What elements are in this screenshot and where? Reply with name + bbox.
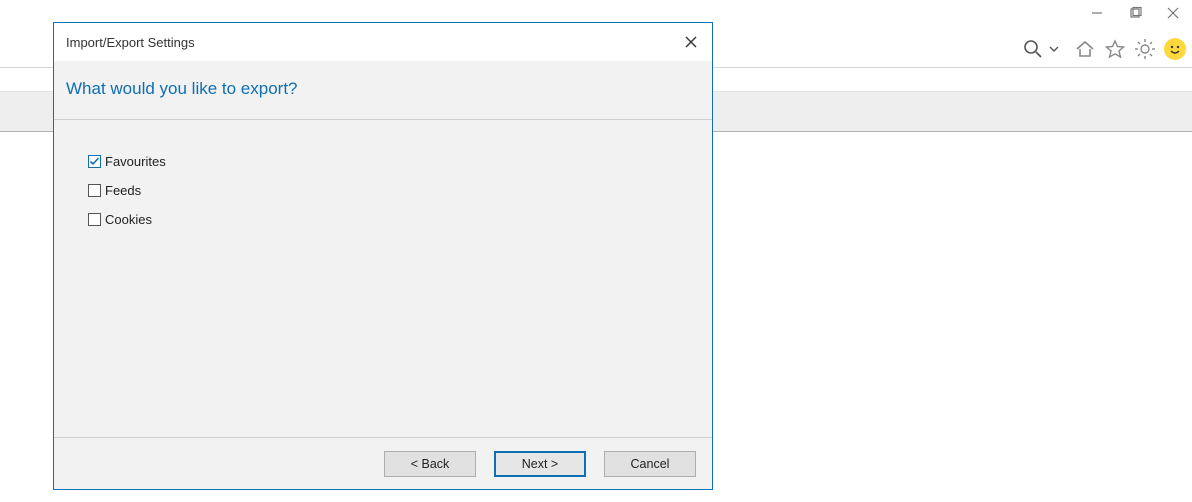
option-label: Feeds: [105, 183, 141, 198]
option-label: Cookies: [105, 212, 152, 227]
dialog-heading: What would you like to export?: [66, 79, 700, 99]
option-cookies[interactable]: Cookies: [88, 212, 700, 227]
minimize-icon[interactable]: [1090, 6, 1104, 20]
dialog-footer: < Back Next > Cancel: [54, 437, 712, 489]
gear-icon[interactable]: [1134, 38, 1156, 60]
home-icon[interactable]: [1074, 38, 1096, 60]
smiley-icon[interactable]: [1164, 38, 1186, 60]
dialog-title: Import/Export Settings: [66, 35, 195, 50]
search-button[interactable]: [1016, 34, 1066, 64]
checkbox-unchecked-icon: [88, 184, 101, 197]
option-label: Favourites: [105, 154, 166, 169]
cancel-button[interactable]: Cancel: [604, 451, 696, 477]
dialog-close-button[interactable]: [680, 31, 702, 53]
chevron-down-icon: [1048, 38, 1060, 60]
maximize-icon[interactable]: [1128, 6, 1142, 20]
search-icon: [1022, 38, 1044, 60]
import-export-dialog: Import/Export Settings What would you li…: [53, 22, 713, 490]
close-icon[interactable]: [1166, 6, 1180, 20]
option-feeds[interactable]: Feeds: [88, 183, 700, 198]
checkbox-unchecked-icon: [88, 213, 101, 226]
back-button[interactable]: < Back: [384, 451, 476, 477]
checkbox-checked-icon: [88, 155, 101, 168]
next-button[interactable]: Next >: [494, 451, 586, 477]
dialog-header: What would you like to export?: [54, 61, 712, 120]
star-icon[interactable]: [1104, 38, 1126, 60]
dialog-titlebar: Import/Export Settings: [54, 23, 712, 61]
dialog-body: Favourites Feeds Cookies: [54, 120, 712, 437]
option-favourites[interactable]: Favourites: [88, 154, 700, 169]
